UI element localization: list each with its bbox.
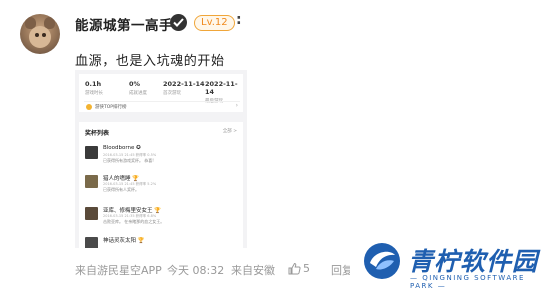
trophy-thumbnail — [85, 237, 98, 248]
post-location: 来自安徽 — [231, 264, 275, 277]
achievement-item: 亚库、修梅里安女王 🏆 2016-03-15 21:35 获得率 6.8% 击败… — [85, 205, 235, 229]
thumbs-up-icon[interactable] — [288, 262, 301, 275]
watermark-en: — QINGNING SOFTWARE PARK — — [410, 274, 525, 288]
trophy-thumbnail — [85, 146, 98, 159]
achievement-item: Bloodborne ✪ 2016-03-15 21:45 获得率 0.5% 已… — [85, 144, 235, 168]
achievements-title: 奖杯列表 — [85, 130, 110, 137]
avatar-eye — [42, 33, 46, 37]
watermark-logo-icon — [364, 243, 400, 279]
username[interactable]: 能源城第一高手 — [75, 14, 173, 34]
level-badge: Lv.12 — [194, 15, 235, 31]
achievement-item: 猎人的嗜睡 🏆 2016-03-15 21:45 获得率 5.2% 已获得所有人… — [85, 173, 235, 197]
user-avatar[interactable] — [20, 14, 60, 54]
like-count: 5 — [303, 262, 310, 275]
achievements-more: 全部 > — [222, 129, 237, 134]
post-time: 今天 08:32 — [167, 264, 225, 277]
achievements-card: 奖杯列表 全部 > Bloodborne ✪ 2016-03-15 21:45 … — [79, 122, 243, 248]
trophy-thumbnail — [85, 175, 98, 188]
verified-check-icon — [170, 14, 187, 31]
chevron-right-icon: › — [235, 102, 238, 109]
watermark: 青柠软件园 — QINGNING SOFTWARE PARK — — [350, 238, 550, 288]
watermark-cn: 青柠软件园 — [408, 247, 539, 276]
rank-label: 游侠TOP排行榜 — [95, 105, 127, 110]
stat-playtime: 0.1h 游戏时长 — [85, 80, 103, 96]
medal-icon — [86, 104, 92, 110]
stats-card: 0.1h 游戏时长 0% 成就进度 2022-11-14 首次游玩 2022-1… — [79, 74, 243, 112]
achievement-item: 神话灵灰太阳 🏆 — [85, 235, 235, 248]
more-options-button[interactable]: : — [236, 12, 242, 28]
trophy-thumbnail — [85, 207, 98, 220]
attached-image[interactable]: 0.1h 游戏时长 0% 成就进度 2022-11-14 首次游玩 2022-1… — [75, 70, 247, 248]
avatar-face — [29, 26, 51, 48]
avatar-eye — [35, 33, 39, 37]
rank-row: 游侠TOP排行榜 › — [84, 101, 240, 110]
post-source[interactable]: 来自游民星空APP — [75, 262, 162, 278]
stat-first-play: 2022-11-14 首次游玩 — [163, 80, 205, 96]
stat-progress: 0% 成就进度 — [129, 80, 147, 96]
post-text: 血源，也是入坑魂的开始 — [75, 54, 225, 69]
